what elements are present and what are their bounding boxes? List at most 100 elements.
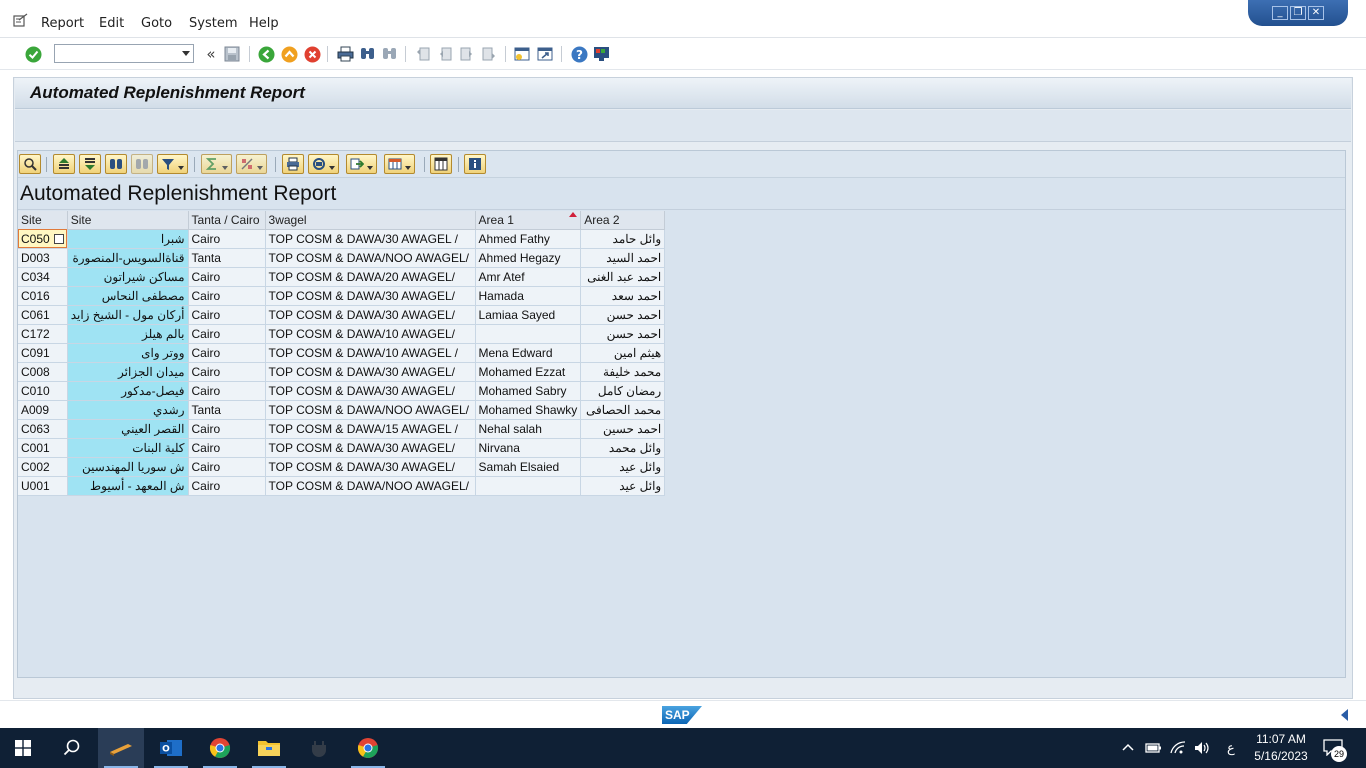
column-header-area1[interactable]: Area 1 (475, 211, 582, 230)
cell-3wagel[interactable]: TOP COSM & DAWA/20 AWAGEL/ (265, 267, 476, 287)
cell-region[interactable]: Cairo (188, 419, 266, 439)
taskbar-outlook[interactable]: O (148, 728, 194, 768)
table-row[interactable]: D003 قناةالسويس-المنصورة Tanta TOP COSM & D… (18, 248, 666, 268)
cell-region[interactable]: Cairo (188, 476, 266, 496)
save-icon[interactable] (223, 45, 241, 63)
column-header-site-name[interactable]: Site (67, 211, 189, 230)
cell-site-code[interactable]: D003 (18, 248, 68, 268)
table-row[interactable]: A009 رشدي Tanta TOP COSM & DAWA/NOO AWAGEL/… (18, 400, 666, 420)
clock-date[interactable]: 5/16/2023 (1252, 749, 1310, 763)
cell-area1[interactable]: Hamada (475, 286, 582, 306)
cell-area2[interactable]: رمضان كامل (580, 381, 666, 401)
table-row[interactable]: C002 ش سوريا المهندسين Cairo TOP COSM & DAW… (18, 457, 666, 477)
cell-site-code[interactable]: C050 (18, 229, 68, 249)
search-icon[interactable] (49, 728, 95, 768)
table-row[interactable]: C008 ميدان الجزائر Cairo TOP COSM & DAWA/30… (18, 362, 666, 382)
cell-area2[interactable]: احمد حسن (580, 305, 666, 325)
cell-3wagel[interactable]: TOP COSM & DAWA/30 AWAGEL / (265, 229, 476, 249)
cell-site-name[interactable]: شبرا (67, 229, 189, 249)
cell-region[interactable]: Tanta (188, 400, 266, 420)
table-row[interactable]: C050 شبرا Cairo TOP COSM & DAWA/30 AWAGEL /… (18, 229, 666, 249)
cell-region[interactable]: Cairo (188, 267, 266, 287)
cell-area1[interactable]: Mena Edward (475, 343, 582, 363)
cell-area1[interactable]: Nirvana (475, 438, 582, 458)
cell-area2[interactable]: وائل عيد (580, 476, 666, 496)
restore-button[interactable]: ❐ (1290, 6, 1306, 20)
cell-site-code[interactable]: C016 (18, 286, 68, 306)
cell-site-code[interactable]: C172 (18, 324, 68, 344)
first-page-icon[interactable] (414, 45, 432, 63)
column-header-3wagel[interactable]: 3wagel (265, 211, 476, 230)
details-button[interactable] (19, 154, 41, 174)
menu-app-icon[interactable] (13, 13, 29, 27)
total-button[interactable] (201, 154, 232, 174)
prev-page-icon[interactable] (436, 45, 454, 63)
cell-site-code[interactable]: C034 (18, 267, 68, 287)
volume-icon[interactable] (1193, 740, 1211, 756)
cell-3wagel[interactable]: TOP COSM & DAWA/30 AWAGEL/ (265, 457, 476, 477)
cell-region[interactable]: Tanta (188, 248, 266, 268)
taskbar-sap-logon[interactable] (98, 728, 144, 768)
find-icon[interactable] (358, 45, 376, 63)
customize-layout-icon[interactable] (592, 45, 610, 63)
windows-start-icon[interactable] (0, 728, 46, 768)
cell-area1[interactable]: Samah Elsaied (475, 457, 582, 477)
print-icon[interactable] (336, 45, 354, 63)
cell-region[interactable]: Cairo (188, 381, 266, 401)
cell-region[interactable]: Cairo (188, 457, 266, 477)
cell-3wagel[interactable]: TOP COSM & DAWA/30 AWAGEL/ (265, 381, 476, 401)
minimize-button[interactable]: _ (1272, 6, 1288, 20)
print-preview-button[interactable] (282, 154, 304, 174)
table-row[interactable]: C034 مساكن شيراتون Cairo TOP COSM & DAWA/20… (18, 267, 666, 287)
cell-site-name[interactable]: ميدان الجزائر (67, 362, 189, 382)
cell-site-name[interactable]: كلية البنات (67, 438, 189, 458)
cell-3wagel[interactable]: TOP COSM & DAWA/10 AWAGEL/ (265, 324, 476, 344)
exit-icon[interactable] (280, 45, 298, 63)
find-next-icon[interactable] (380, 45, 398, 63)
cell-site-code[interactable]: C001 (18, 438, 68, 458)
cell-3wagel[interactable]: TOP COSM & DAWA/NOO AWAGEL/ (265, 400, 476, 420)
table-row[interactable]: C016 مصطفى النحاس Cairo TOP COSM & DAWA/30 … (18, 286, 666, 306)
cell-dropdown-icon[interactable] (53, 233, 64, 244)
cell-region[interactable]: Cairo (188, 286, 266, 306)
cell-area2[interactable]: احمد السيد (580, 248, 666, 268)
find-button[interactable] (105, 154, 127, 174)
table-row[interactable]: C010 فيصل-مدكور Cairo TOP COSM & DAWA/30 AW… (18, 381, 666, 401)
cell-area2[interactable]: محمد الحصافى (580, 400, 666, 420)
table-row[interactable]: U001 ش المعهد - أسيوط Cairo TOP COSM & DAWA… (18, 476, 666, 496)
cell-site-code[interactable]: C010 (18, 381, 68, 401)
next-page-icon[interactable] (458, 45, 476, 63)
menu-goto[interactable]: Goto (141, 16, 172, 31)
status-expand-icon[interactable] (1341, 709, 1348, 721)
cell-area1[interactable] (475, 324, 582, 344)
find-next-button[interactable] (131, 154, 153, 174)
cell-area1[interactable]: Nehal salah (475, 419, 582, 439)
cell-region[interactable]: Cairo (188, 324, 266, 344)
subtotal-button[interactable] (236, 154, 267, 174)
cell-area1[interactable]: Lamiaa Sayed (475, 305, 582, 325)
table-row[interactable]: C063 القصر العيني Cairo TOP COSM & DAWA/15 … (18, 419, 666, 439)
cell-area2[interactable]: احمد حسن (580, 324, 666, 344)
close-button[interactable]: ✕ (1308, 6, 1324, 20)
cell-area2[interactable]: احمد سعد (580, 286, 666, 306)
export-button[interactable] (346, 154, 377, 174)
cell-site-name[interactable]: ش المعهد - أسيوط (67, 476, 189, 496)
table-row[interactable]: C091 ووتر واى Cairo TOP COSM & DAWA/10 AWAG… (18, 343, 666, 363)
cell-area2[interactable]: وائل عيد (580, 457, 666, 477)
command-field[interactable] (54, 44, 194, 63)
cell-site-name[interactable]: ووتر واى (67, 343, 189, 363)
back-double-icon[interactable]: « (202, 45, 220, 63)
chevron-down-icon[interactable] (182, 51, 190, 56)
menu-system[interactable]: System (189, 16, 237, 31)
cell-area1[interactable]: Ahmed Fathy (475, 229, 582, 249)
cell-3wagel[interactable]: TOP COSM & DAWA/NOO AWAGEL/ (265, 248, 476, 268)
cell-3wagel[interactable]: TOP COSM & DAWA/30 AWAGEL/ (265, 438, 476, 458)
input-language-indicator[interactable]: ع (1227, 740, 1235, 756)
cell-site-name[interactable]: أركان مول - الشيخ زايد (67, 305, 189, 325)
cell-region[interactable]: Cairo (188, 305, 266, 325)
cell-3wagel[interactable]: TOP COSM & DAWA/15 AWAGEL / (265, 419, 476, 439)
cell-area2[interactable]: احمد حسين (580, 419, 666, 439)
info-button[interactable] (464, 154, 486, 174)
taskbar-chrome-1[interactable] (197, 728, 243, 768)
taskbar-chrome-2[interactable] (345, 728, 391, 768)
